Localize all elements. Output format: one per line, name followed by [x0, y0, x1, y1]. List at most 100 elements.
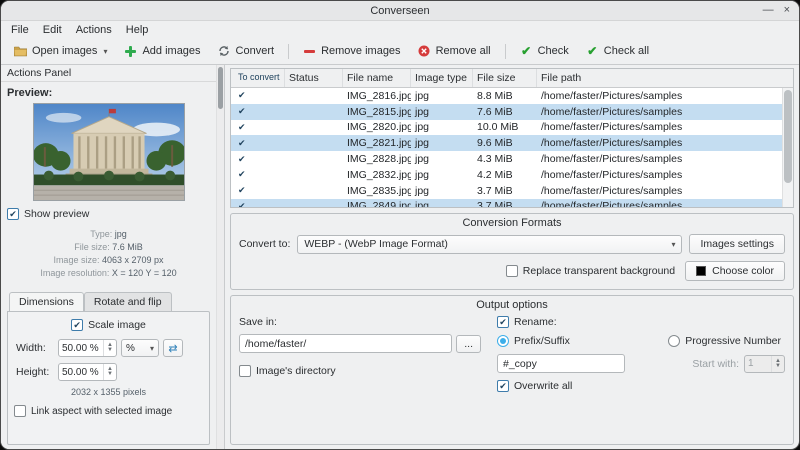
row-to-convert-check[interactable]: ✔: [231, 106, 285, 117]
scale-image-checkbox[interactable]: Scale image: [14, 319, 203, 331]
table-row[interactable]: ✔ IMG_2835.jpg jpg 3.7 MiB/home/faster/Pict…: [231, 183, 782, 199]
header-file-name[interactable]: File name: [343, 69, 411, 87]
width-input[interactable]: [59, 340, 103, 356]
row-file-name: IMG_2820.jpg: [347, 121, 411, 134]
convert-to-select[interactable]: WEBP - (WebP Image Format) ▾: [297, 234, 683, 254]
unit-select[interactable]: % ▾: [120, 339, 159, 357]
header-image-type[interactable]: Image type: [411, 69, 473, 87]
table-row[interactable]: ✔ IMG_2820.jpg jpg 10.0 MiB/home/faster/Pic…: [231, 120, 782, 136]
row-file-size: 8.8 MiB: [477, 89, 513, 102]
row-file-size: 7.6 MiB: [477, 105, 513, 118]
progressive-number-radio[interactable]: Progressive Number: [668, 335, 781, 347]
toolbar-separator: [504, 43, 506, 59]
height-input[interactable]: [59, 364, 103, 380]
header-to-convert[interactable]: To convert: [231, 69, 285, 87]
menu-help[interactable]: Help: [119, 23, 156, 37]
header-file-size[interactable]: File size: [473, 69, 537, 87]
row-image-type: jpg: [415, 184, 430, 197]
start-with-input[interactable]: [745, 355, 772, 372]
scrollbar-thumb[interactable]: [784, 90, 792, 183]
table-row[interactable]: ✔ IMG_2815.jpg jpg 7.6 MiB/home/faster/Pict…: [231, 103, 782, 120]
row-to-convert-check[interactable]: ✔: [231, 185, 285, 196]
row-file-path: /home/faster/Pictures/samples: [541, 153, 683, 166]
start-with-label: Start with:: [692, 357, 740, 370]
menu-file[interactable]: File: [4, 23, 36, 37]
row-to-convert-check[interactable]: ✔: [231, 169, 285, 180]
row-to-convert-check[interactable]: ✔: [231, 154, 285, 165]
minimize-button[interactable]: —: [763, 5, 774, 16]
remove-all-icon: [418, 45, 431, 58]
replace-transparent-checkbox[interactable]: Replace transparent background: [505, 265, 675, 277]
resulting-pixels-label: 2032 x 1355 pixels: [70, 387, 147, 397]
radio-circle: [497, 335, 509, 347]
table-row[interactable]: ✔ IMG_2832.jpg jpg 4.2 MiB/home/faster/Pict…: [231, 167, 782, 183]
tab-rotate-and-flip[interactable]: Rotate and flip: [83, 292, 172, 311]
prefix-suffix-radio[interactable]: Prefix/Suffix: [497, 335, 570, 347]
file-table-scrollbar[interactable]: [782, 88, 793, 207]
remove-images-button[interactable]: Remove images: [295, 42, 408, 61]
width-spinner[interactable]: ▲▼: [58, 339, 117, 357]
checkbox-box: [505, 265, 518, 277]
row-to-convert-check[interactable]: ✔: [231, 138, 285, 149]
row-file-size: 10.0 MiB: [477, 121, 519, 134]
row-to-convert-check[interactable]: ✔: [231, 90, 285, 101]
row-file-path: /home/faster/Pictures/samples: [541, 89, 683, 102]
images-settings-button[interactable]: Images settings: [689, 234, 785, 254]
images-directory-checkbox[interactable]: Image's directory: [239, 365, 481, 377]
title-bar[interactable]: Converseen — ×: [1, 1, 799, 21]
row-file-size: 4.2 MiB: [477, 168, 513, 181]
save-path-input[interactable]: [239, 334, 453, 353]
overwrite-all-checkbox[interactable]: Overwrite all: [497, 380, 785, 392]
check-all-button[interactable]: ✔ Check all: [578, 42, 657, 61]
open-images-button[interactable]: Open images ▾: [6, 42, 115, 61]
spinner-arrows-icon[interactable]: ▲ ▼: [103, 364, 116, 380]
image-metadata: Type: jpg File size: 7.6 MiB Image size:…: [40, 229, 177, 278]
close-button[interactable]: ×: [784, 5, 790, 16]
conversion-formats-title: Conversion Formats: [462, 217, 562, 229]
table-row[interactable]: ✔ IMG_2828.jpg jpg 4.3 MiB/home/faster/Pict…: [231, 151, 782, 167]
header-file-path[interactable]: File path: [537, 69, 793, 87]
menu-actions[interactable]: Actions: [69, 23, 119, 37]
window-title: Converseen: [370, 4, 430, 17]
table-row[interactable]: ✔ IMG_2821.jpg jpg 9.6 MiB/home/faster/Pict…: [231, 135, 782, 152]
check-all-icon: ✔: [587, 44, 598, 58]
start-with-spinner[interactable]: ▲▼: [744, 354, 785, 373]
chevron-down-icon: ▾: [103, 46, 108, 56]
rename-checkbox[interactable]: Rename:: [497, 316, 785, 328]
row-image-type: jpg: [415, 168, 430, 181]
choose-color-button[interactable]: Choose color: [685, 261, 785, 281]
row-file-path: /home/faster/Pictures/samples: [541, 137, 683, 150]
menu-edit[interactable]: Edit: [36, 23, 69, 37]
table-row[interactable]: ✔ IMG_2849.jpg jpg 3.7 MiB/home/faster/Pict…: [231, 198, 782, 207]
checkbox-box: [71, 319, 84, 331]
conversion-formats-group: Conversion Formats Convert to: WEBP - (W…: [230, 213, 794, 290]
actions-panel: Actions Panel Preview: ✔ Show preview Ty…: [1, 65, 225, 449]
row-file-size: 9.6 MiB: [477, 137, 513, 150]
spinner-arrows-icon[interactable]: ▲ ▼: [771, 355, 784, 372]
browse-button[interactable]: ...: [456, 334, 481, 353]
row-file-name: IMG_2828.jpg: [347, 153, 411, 166]
row-to-convert-check[interactable]: ✔: [231, 201, 285, 207]
row-image-type: jpg: [415, 200, 430, 207]
convert-button[interactable]: Convert: [210, 42, 283, 61]
output-options-group: Output options Save in: ... Image's dire…: [230, 295, 794, 445]
actions-panel-scrollbar[interactable]: [216, 65, 224, 449]
tab-dimensions[interactable]: Dimensions: [9, 292, 84, 311]
swap-dimensions-button[interactable]: ⇄: [162, 339, 183, 357]
row-to-convert-check[interactable]: ✔: [231, 122, 285, 133]
header-status[interactable]: Status: [285, 69, 343, 87]
height-spinner[interactable]: ▲▼: [58, 363, 117, 381]
link-aspect-checkbox[interactable]: Link aspect with selected image: [14, 405, 203, 417]
add-images-button[interactable]: Add images: [116, 42, 208, 61]
table-row[interactable]: ✔ IMG_2816.jpg jpg 8.8 MiB/home/faster/Pict…: [231, 88, 782, 104]
row-image-type: jpg: [415, 137, 430, 150]
rename-pattern-input[interactable]: [497, 354, 625, 373]
check-button[interactable]: ✔ Check: [512, 42, 577, 61]
spinner-arrows-icon[interactable]: ▲ ▼: [103, 340, 116, 356]
file-table-header: To convert Status File name Image type F…: [231, 69, 793, 88]
file-table: To convert Status File name Image type F…: [230, 68, 794, 208]
scrollbar-thumb[interactable]: [218, 67, 223, 109]
remove-all-button[interactable]: Remove all: [410, 42, 499, 61]
show-preview-checkbox[interactable]: Show preview: [7, 208, 210, 220]
row-image-type: jpg: [415, 89, 430, 102]
